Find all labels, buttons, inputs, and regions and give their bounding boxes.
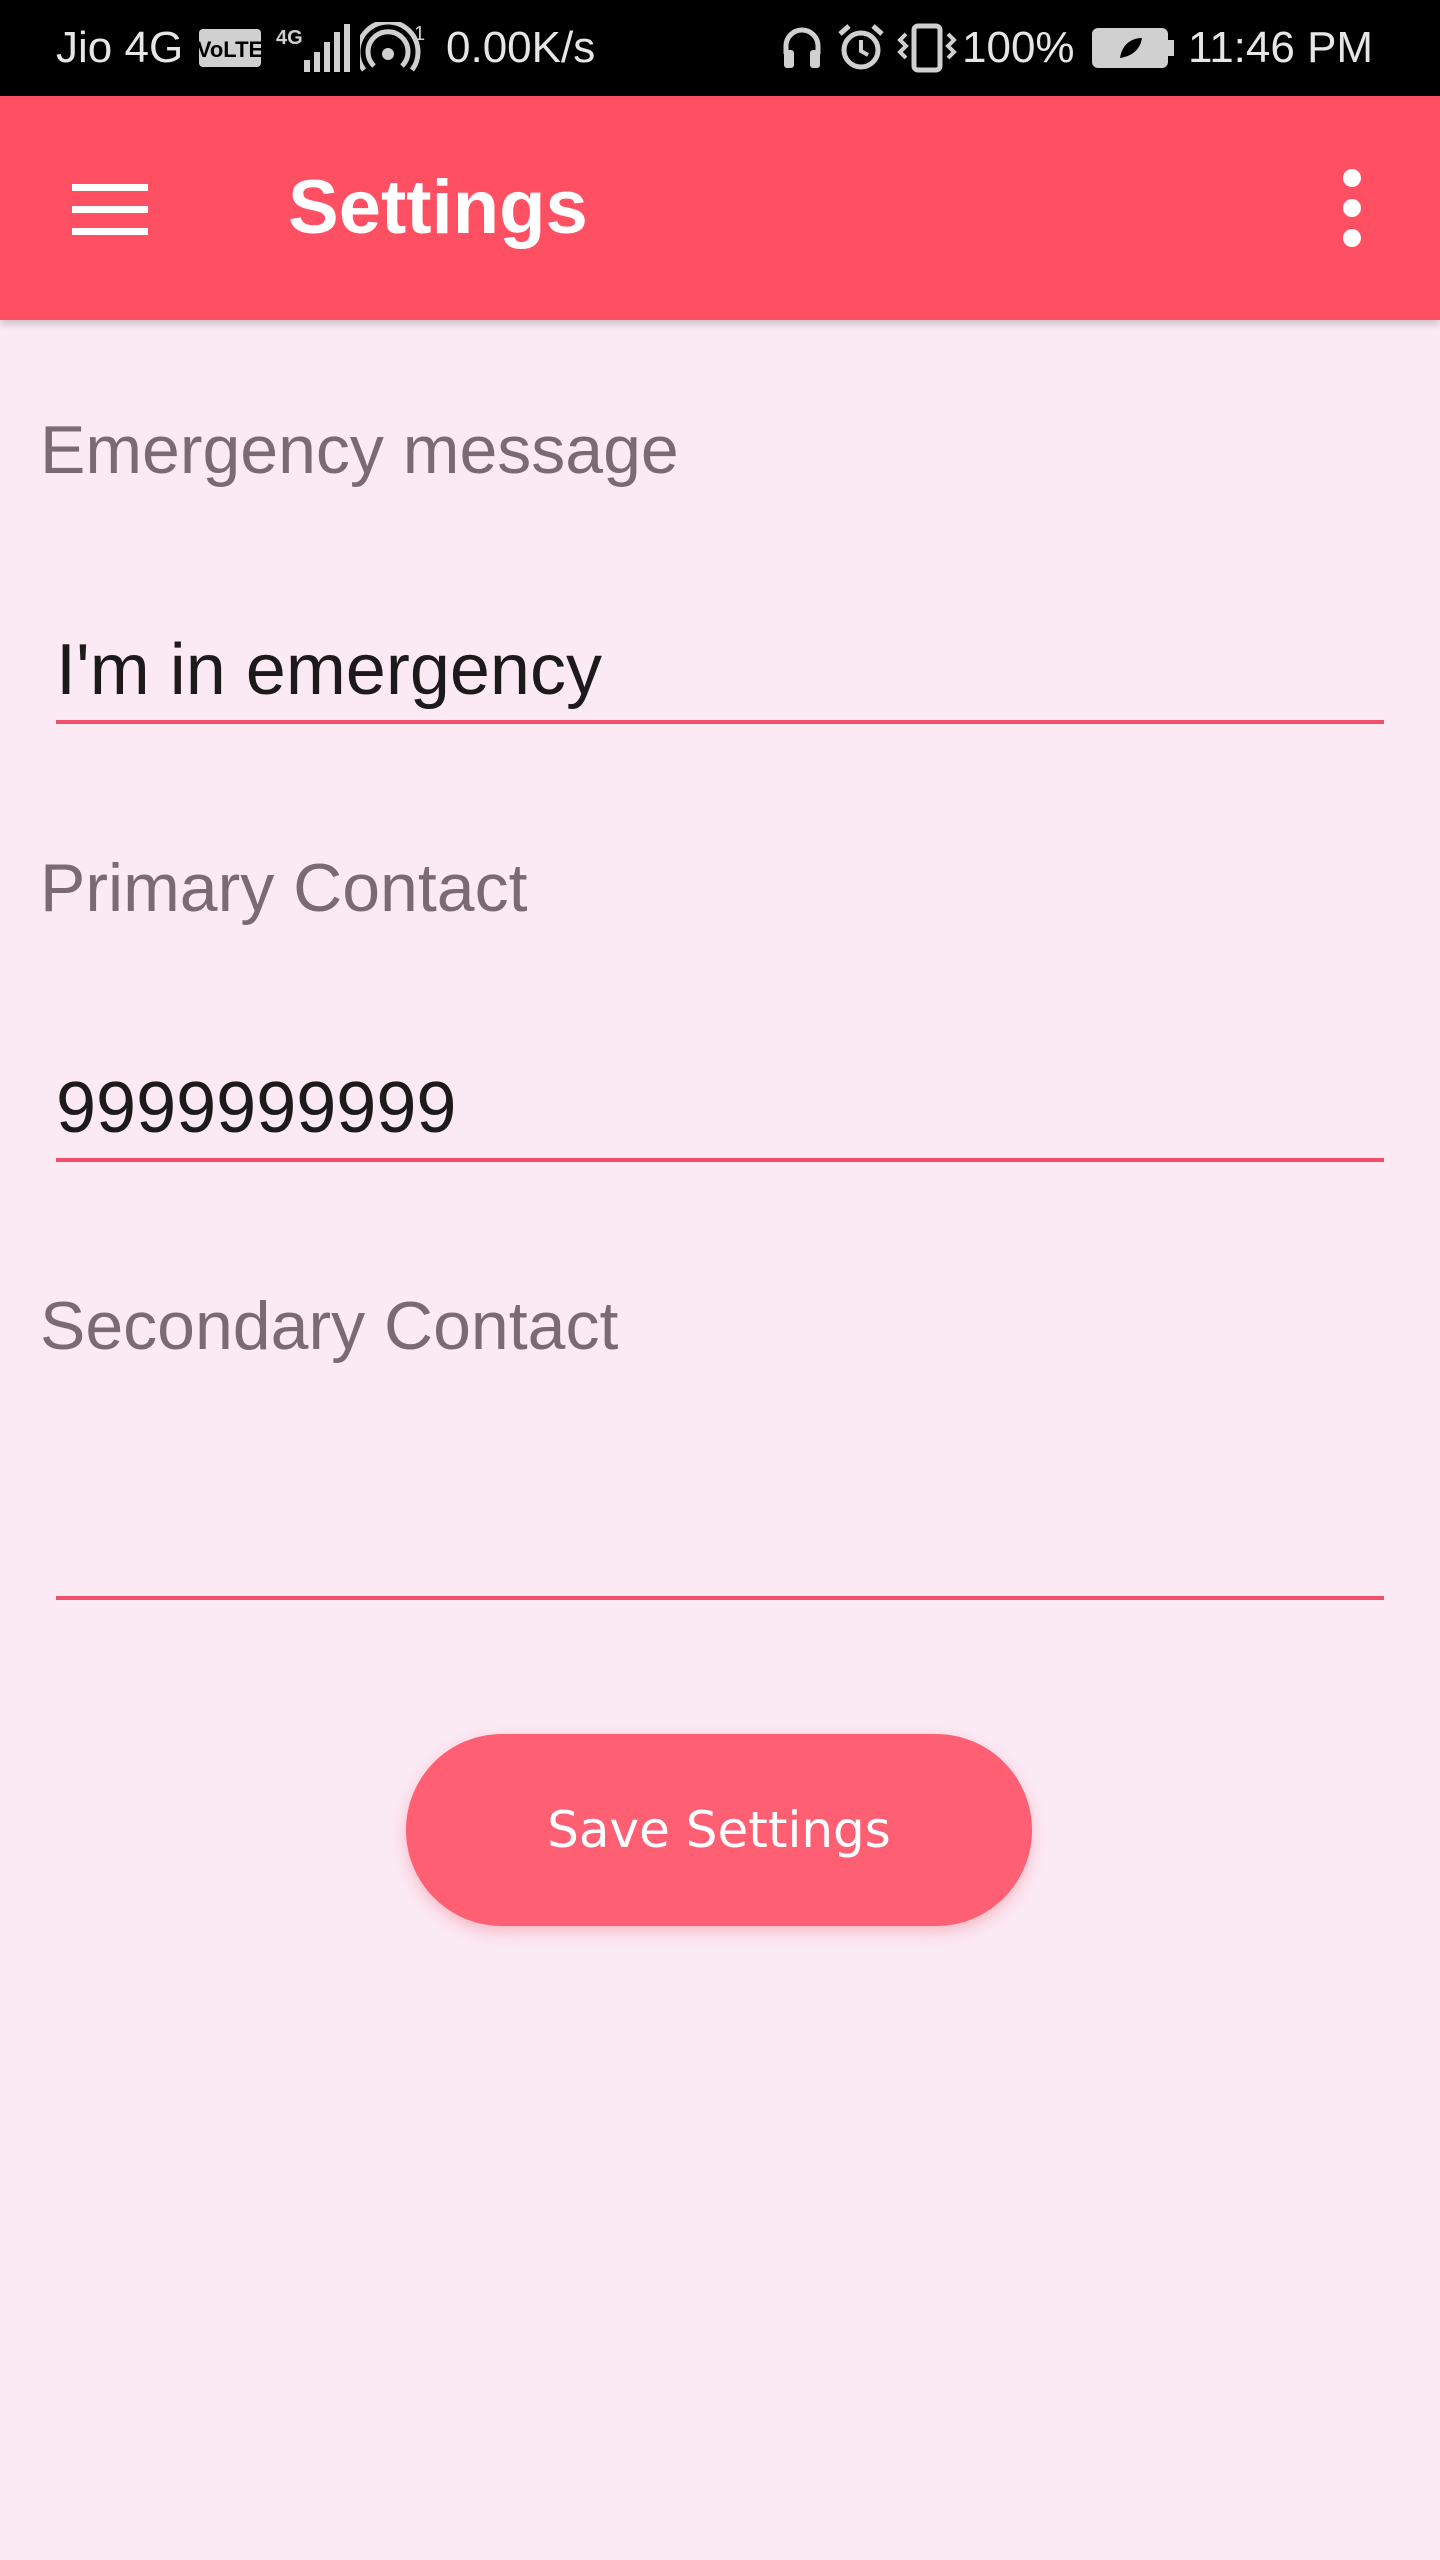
overflow-menu-button[interactable] <box>1300 148 1404 268</box>
secondary-contact-input[interactable] <box>56 1496 1384 1600</box>
carrier-name: Jio 4G <box>56 23 184 72</box>
svg-text:4G: 4G <box>276 27 303 49</box>
page-title: Settings <box>288 165 588 250</box>
battery-icon <box>1092 28 1174 68</box>
volte-icon: VoLTE <box>198 29 262 67</box>
primary-contact-label: Primary Contact <box>40 850 528 926</box>
alarm-icon <box>838 24 884 70</box>
signal-icon: 4G <box>276 24 350 72</box>
status-bar: Jio 4G VoLTE 4G 1 0.00K/s 100% 11:46 PM <box>0 0 1440 96</box>
svg-text:1: 1 <box>414 23 425 45</box>
battery-percent: 100% <box>962 23 1075 72</box>
headphones-icon <box>783 27 821 68</box>
svg-text:VoLTE: VoLTE <box>198 37 262 62</box>
more-vert-icon <box>1343 169 1361 247</box>
vibrate-icon <box>897 23 957 73</box>
app-bar: Settings <box>0 96 1440 320</box>
emergency-message-input[interactable] <box>56 620 1384 724</box>
hamburger-menu-icon <box>72 184 148 235</box>
menu-button[interactable] <box>48 148 168 268</box>
network-speed: 0.00K/s <box>446 23 596 72</box>
save-settings-button[interactable]: Save Settings <box>406 1734 1032 1926</box>
hotspot-icon: 1 <box>360 22 425 72</box>
secondary-contact-label: Secondary Contact <box>40 1288 619 1364</box>
primary-contact-input[interactable] <box>56 1058 1384 1162</box>
clock: 11:46 PM <box>1188 23 1374 72</box>
emergency-message-label: Emergency message <box>40 412 679 488</box>
